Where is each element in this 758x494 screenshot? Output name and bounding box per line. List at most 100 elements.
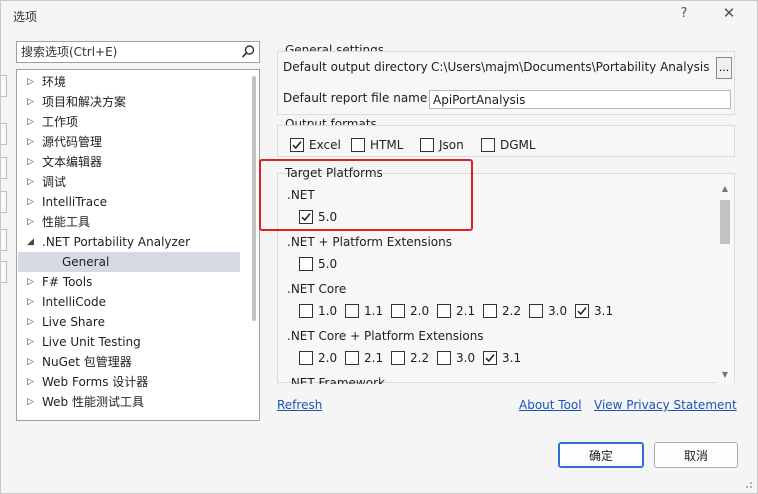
checkbox-unchecked[interactable] — [345, 351, 359, 365]
checkbox-unchecked[interactable] — [391, 304, 405, 318]
tree-item-label: Web Forms 设计器 — [42, 375, 149, 389]
output-directory-label: Default output directory — [283, 60, 428, 74]
checkbox-label: Json — [439, 138, 464, 152]
expanded-arrow-icon[interactable]: ◢ — [27, 232, 37, 252]
checkbox-unchecked[interactable] — [481, 138, 495, 152]
checkbox-label: 1.0 — [318, 304, 338, 318]
tree-item[interactable]: ▷ F# Tools — [18, 272, 240, 292]
platform-group-name: .NET + Platform Extensions — [287, 235, 452, 249]
collapsed-arrow-icon[interactable]: ▷ — [27, 272, 37, 292]
checkbox-label: 2.2 — [410, 351, 430, 365]
tree-scrollbar-thumb[interactable] — [252, 76, 256, 321]
collapsed-arrow-icon[interactable]: ▷ — [27, 372, 37, 392]
tree-item[interactable]: ▷ 项目和解决方案 — [18, 92, 240, 112]
checkbox-label: 1.1 — [364, 304, 384, 318]
tree-item[interactable]: ▷ Live Share — [18, 312, 240, 332]
checkbox-label: 3.1 — [594, 304, 614, 318]
platform-group-name: .NET Core — [287, 282, 347, 296]
scroll-down-icon[interactable]: ▼ — [720, 370, 730, 380]
tree-item[interactable]: ▷ Web 性能测试工具 — [18, 392, 240, 412]
collapsed-arrow-icon[interactable]: ▷ — [27, 92, 37, 112]
checkbox-checked[interactable] — [575, 304, 589, 318]
background-window-edge — [1, 71, 7, 311]
collapsed-arrow-icon[interactable]: ▷ — [27, 112, 37, 132]
checkbox-label: 3.1 — [502, 351, 522, 365]
checkbox-unchecked[interactable] — [299, 257, 313, 271]
report-name-label: Default report file name — [283, 91, 428, 105]
checkbox-unchecked[interactable] — [345, 304, 359, 318]
checkbox-unchecked[interactable] — [529, 304, 543, 318]
checkbox-unchecked[interactable] — [391, 351, 405, 365]
platform-group-name: .NET Framework — [287, 376, 385, 384]
checkbox-label: 2.0 — [410, 304, 430, 318]
checkbox-label: Excel — [309, 138, 341, 152]
collapsed-arrow-icon[interactable]: ▷ — [27, 152, 37, 172]
checkbox-unchecked[interactable] — [299, 304, 313, 318]
tree-item-label: 工作项 — [42, 115, 79, 129]
tree-item[interactable]: ▷ IntelliTrace — [18, 192, 240, 212]
search-input[interactable] — [17, 42, 237, 62]
tree-item-label: 环境 — [42, 75, 67, 89]
tree-item[interactable]: ▷ 工作项 — [18, 112, 240, 132]
checkbox-label: 3.0 — [548, 304, 568, 318]
platforms-scrollbar[interactable]: ▲ ▼ — [716, 174, 734, 384]
privacy-statement-link[interactable]: View Privacy Statement — [594, 398, 737, 412]
collapsed-arrow-icon[interactable]: ▷ — [27, 392, 37, 412]
checkbox-checked[interactable] — [290, 138, 304, 152]
cancel-button[interactable]: 取消 — [654, 442, 738, 468]
tree-item-label: 调试 — [42, 175, 67, 189]
collapsed-arrow-icon[interactable]: ▷ — [27, 172, 37, 192]
tree-item-label: 项目和解决方案 — [42, 95, 127, 109]
tree-item[interactable]: ▷ 文本编辑器 — [18, 152, 240, 172]
collapsed-arrow-icon[interactable]: ▷ — [27, 192, 37, 212]
search-icon[interactable] — [240, 44, 256, 60]
tree-item[interactable]: ▷ 源代码管理 — [18, 132, 240, 152]
tree-item[interactable]: ▷ 性能工具 — [18, 212, 240, 232]
collapsed-arrow-icon[interactable]: ▷ — [27, 352, 37, 372]
window-title: 选项 — [13, 10, 38, 24]
about-tool-link[interactable]: About Tool — [519, 398, 582, 412]
checkbox-unchecked[interactable] — [299, 351, 313, 365]
help-icon[interactable]: ? — [674, 6, 694, 26]
tree-item-label: 文本编辑器 — [42, 155, 103, 169]
tree-item[interactable]: ▷ NuGet 包管理器 — [18, 352, 240, 372]
checkbox-label: 2.1 — [364, 351, 384, 365]
collapsed-arrow-icon[interactable]: ▷ — [27, 72, 37, 92]
scroll-up-icon[interactable]: ▲ — [720, 184, 730, 194]
tree-item[interactable]: ▷ IntelliCode — [18, 292, 240, 312]
collapsed-arrow-icon[interactable]: ▷ — [27, 312, 37, 332]
tree-item-label: F# Tools — [42, 275, 93, 289]
search-box[interactable] — [16, 41, 260, 63]
checkbox-unchecked[interactable] — [437, 351, 451, 365]
checkbox-label: 2.2 — [502, 304, 522, 318]
checkbox-unchecked[interactable] — [351, 138, 365, 152]
checkbox-unchecked[interactable] — [483, 304, 497, 318]
tree-item[interactable]: ▷ 调试 — [18, 172, 240, 192]
collapsed-arrow-icon[interactable]: ▷ — [27, 332, 37, 352]
collapsed-arrow-icon[interactable]: ▷ — [27, 292, 37, 312]
platforms-scrollbar-thumb[interactable] — [720, 200, 730, 244]
tree-item[interactable]: ▷ 环境 — [18, 72, 240, 92]
report-name-input[interactable] — [429, 90, 731, 109]
collapsed-arrow-icon[interactable]: ▷ — [27, 132, 37, 152]
checkbox-unchecked[interactable] — [420, 138, 434, 152]
tree-item-label: Web 性能测试工具 — [42, 395, 144, 409]
browse-button[interactable]: ... — [716, 57, 732, 79]
refresh-link[interactable]: Refresh — [277, 398, 322, 412]
platform-group-name: .NET Core + Platform Extensions — [287, 329, 484, 343]
tree-item-label: General — [62, 255, 110, 269]
checkbox-checked[interactable] — [483, 351, 497, 365]
tree-item[interactable]: ◢ .NET Portability Analyzer — [18, 232, 240, 252]
ok-button[interactable]: 确定 — [558, 442, 644, 468]
tree-item-label: IntelliTrace — [42, 195, 108, 209]
checkbox-label: DGML — [500, 138, 536, 152]
tree-item[interactable]: ▷ Web Forms 设计器 — [18, 372, 240, 392]
checkbox-unchecked[interactable] — [437, 304, 451, 318]
collapsed-arrow-icon[interactable]: ▷ — [27, 212, 37, 232]
tree-item[interactable]: General — [18, 252, 240, 272]
resize-grip-icon[interactable] — [743, 479, 753, 489]
tree-item-label: Live Share — [42, 315, 105, 329]
close-icon[interactable]: ✕ — [719, 4, 739, 24]
options-tree[interactable]: ▷ 环境 ▷ 项目和解决方案 ▷ 工作项 ▷ 源代码管理 ▷ 文本编辑器 ▷ 调试 ▷ IntelliTr… — [16, 69, 260, 421]
tree-item[interactable]: ▷ Live Unit Testing — [18, 332, 240, 352]
